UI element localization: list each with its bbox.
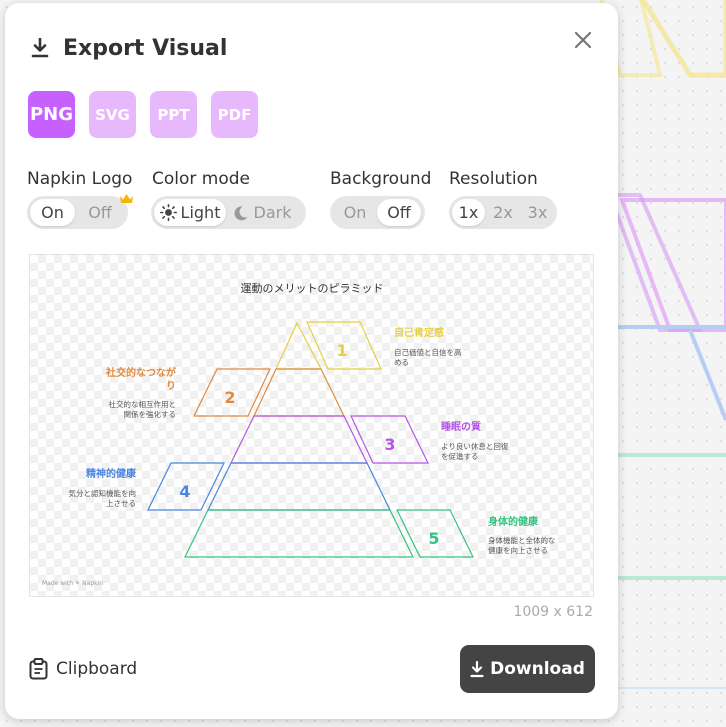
number-1: 1 [336, 341, 347, 360]
logo-on-option[interactable]: On [30, 199, 75, 226]
export-preview: 運動のメリットのピラミッド 1 2 3 4 5 自己肯定感 自己価値と自信を高 … [29, 254, 594, 597]
item-5-desc-line1: 身体機能と全体的な [488, 535, 556, 545]
image-dimensions: 1009 x 612 [513, 604, 593, 620]
pyramid-tier-4 [207, 462, 391, 511]
pyramid-tier-2 [253, 368, 345, 417]
clipboard-icon [29, 658, 48, 680]
background-toggle: On Off [330, 196, 425, 229]
item-4-desc-line2: 上させる [106, 499, 136, 508]
item-4-heading: 精神的健康 [86, 467, 137, 480]
color-mode-toggle: Light Dark [151, 196, 306, 229]
light-mode-label: Light [180, 203, 221, 222]
light-mode-option[interactable]: Light [154, 199, 226, 226]
background-label: Background [330, 169, 432, 189]
color-mode-label: Color mode [152, 169, 250, 189]
pyramid-diagram: 運動のメリットのピラミッド 1 2 3 4 5 自己肯定感 自己価値と自信を高 … [42, 281, 556, 587]
item-1-desc-line1: 自己価値と自信を高 [394, 347, 462, 357]
download-button[interactable]: Download [460, 645, 595, 693]
item-2-desc-line2: 関係を強化する [124, 409, 177, 419]
pyramid-tier-3 [230, 415, 368, 464]
item-2-heading: 社交的なつなが [105, 366, 177, 379]
download-icon [470, 660, 484, 677]
pyramid-tier-5 [184, 509, 414, 558]
format-png-button[interactable]: PNG [28, 91, 75, 138]
resolution-3x-option[interactable]: 3x [521, 199, 554, 226]
background-off-option[interactable]: Off [377, 199, 421, 226]
crown-icon [120, 194, 133, 203]
sun-icon [159, 204, 177, 221]
number-4: 4 [179, 482, 190, 501]
format-svg-button[interactable]: SVG [89, 91, 136, 138]
item-3-desc-line2: を促進する [441, 452, 479, 461]
download-icon [31, 38, 49, 58]
napkin-watermark: Made with ⚘ Napkin [42, 580, 103, 587]
export-dialog: Export Visual PNG SVG PPT PDF Napkin Log… [5, 3, 618, 719]
resolution-1x-option[interactable]: 1x [452, 199, 485, 226]
item-2-heading-line2: り [166, 380, 176, 392]
item-1-desc-line2: める [394, 358, 409, 367]
format-selector: PNG SVG PPT PDF [28, 91, 258, 138]
format-pdf-button[interactable]: PDF [211, 91, 258, 138]
item-5-heading: 身体的健康 [488, 515, 539, 528]
close-icon [574, 31, 592, 49]
diagram-title: 運動のメリットのピラミッド [241, 281, 384, 295]
dark-mode-label: Dark [253, 203, 292, 222]
format-ppt-button[interactable]: PPT [150, 91, 197, 138]
resolution-label: Resolution [449, 169, 538, 189]
number-3: 3 [384, 435, 395, 454]
napkin-logo-label: Napkin Logo [27, 169, 133, 189]
moon-icon [234, 205, 248, 220]
download-label: Download [490, 659, 585, 679]
dialog-title: Export Visual [63, 35, 228, 61]
item-3-desc-line1: より良い休息と回復 [441, 441, 509, 451]
background-on-option[interactable]: On [333, 199, 377, 226]
resolution-2x-option[interactable]: 2x [485, 199, 521, 226]
number-5: 5 [428, 529, 439, 548]
close-button[interactable] [570, 27, 596, 53]
item-4-desc-line1: 気分と認知機能を向 [69, 488, 137, 498]
item-1-heading: 自己肯定感 [394, 326, 444, 339]
number-2: 2 [224, 388, 235, 407]
item-5-desc-line2: 健康を向上させる [488, 545, 548, 555]
logo-off-option[interactable]: Off [75, 199, 125, 226]
pyramid-tier-1 [275, 321, 322, 370]
resolution-toggle: 1x 2x 3x [449, 196, 557, 229]
napkin-logo-toggle: On Off [27, 196, 128, 229]
item-2-desc-line1: 社交的な相互作用と [109, 399, 177, 409]
item-3-heading: 睡眠の質 [441, 420, 481, 433]
dark-mode-option[interactable]: Dark [226, 199, 298, 226]
clipboard-button[interactable]: Clipboard [29, 658, 137, 680]
clipboard-label: Clipboard [56, 659, 138, 679]
dialog-header: Export Visual [31, 31, 227, 65]
